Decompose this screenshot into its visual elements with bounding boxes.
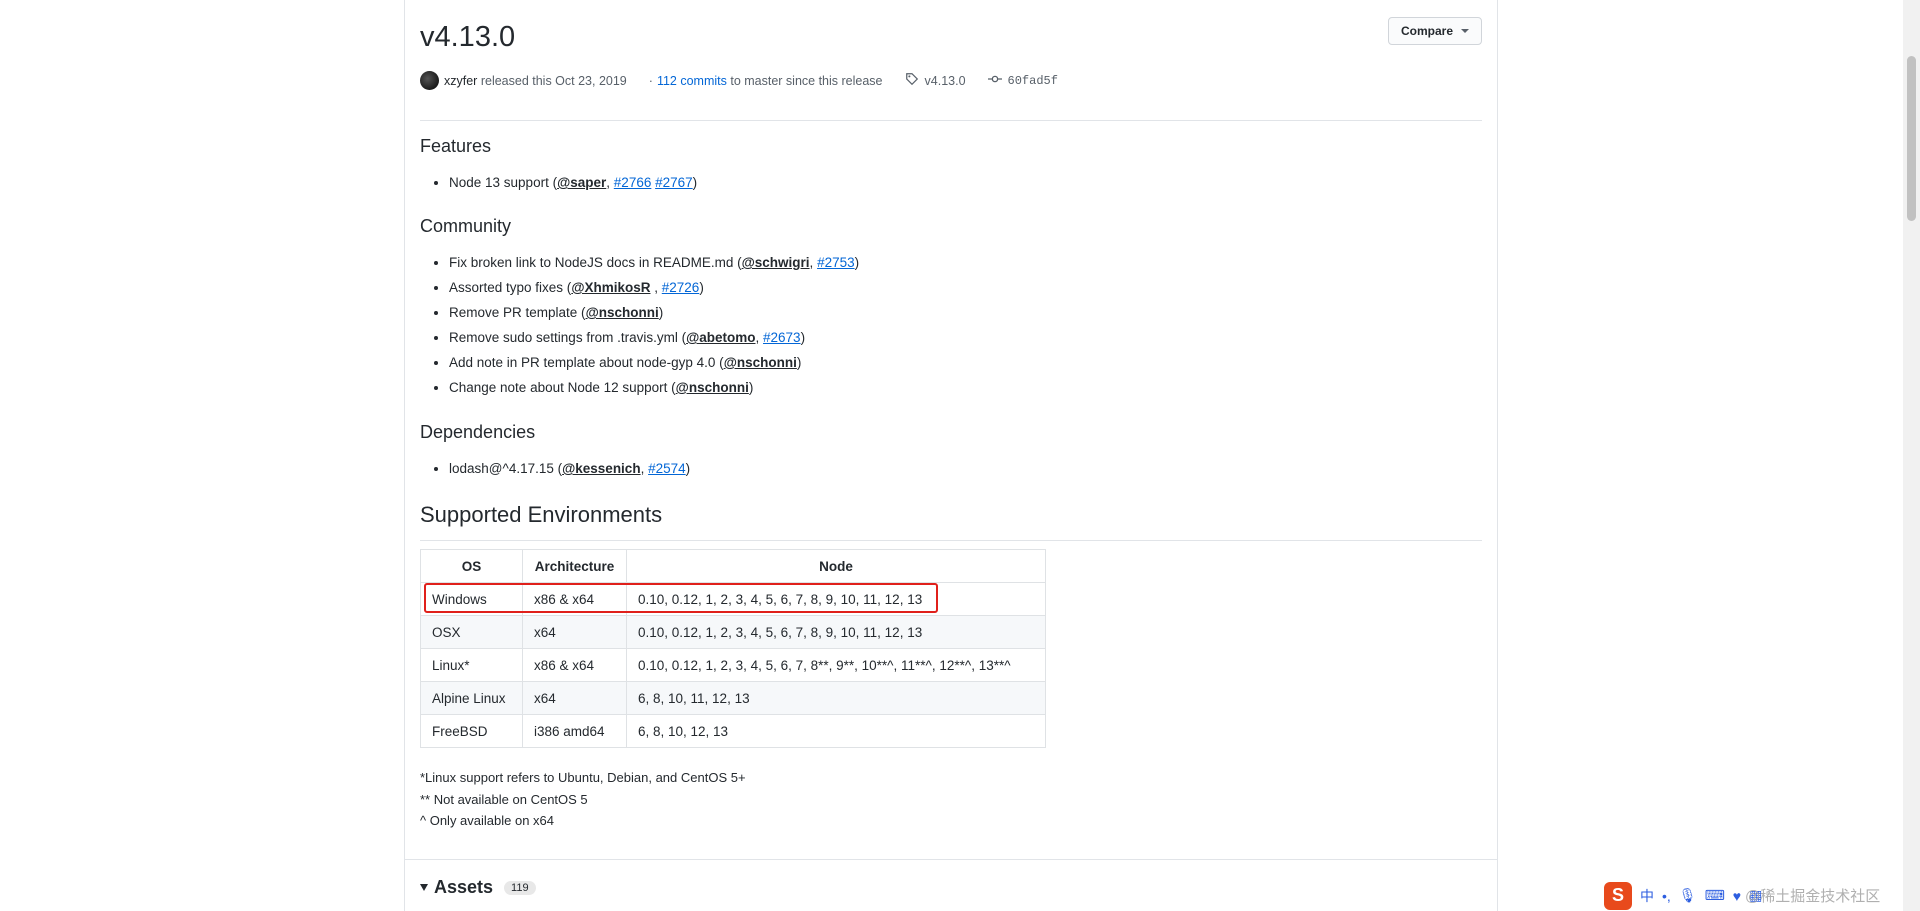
column-header: Architecture: [522, 549, 627, 583]
highlight-annotation-box: [424, 583, 938, 613]
microphone-icon[interactable]: 🎙: [1679, 887, 1697, 904]
note-line: ^ Only available on x64: [420, 813, 555, 828]
tag-icon: [905, 72, 919, 89]
list-item: Assorted typo fixes (@XhmikosR , #2726): [449, 275, 859, 300]
assets-toggle[interactable]: Assets 119: [420, 877, 536, 898]
mention-link[interactable]: @XhmikosR: [571, 280, 650, 295]
chevron-down-icon: [1461, 29, 1469, 33]
environment-notes: *Linux support refers to Ubuntu, Debian,…: [420, 767, 746, 832]
environments-table: OS Architecture Node Windows x86 & x64 0…: [420, 549, 1046, 748]
table-row: Linux* x86 & x64 0.10, 0.12, 1, 2, 3, 4,…: [420, 648, 1046, 682]
release-meta: xzyfer released this Oct 23, 2019 · 112 …: [420, 71, 1058, 90]
table-cell: Linux*: [420, 648, 523, 682]
punctuation-icon[interactable]: •,: [1662, 888, 1671, 904]
community-list: Fix broken link to NodeJS docs in README…: [449, 250, 859, 400]
note-line: ** Not available on CentOS 5: [420, 791, 588, 807]
dependencies-list: lodash@^4.17.15 (@kessenich, #2574): [449, 456, 690, 481]
divider: [420, 120, 1482, 121]
ime-language-toggle[interactable]: 中: [1640, 886, 1654, 906]
issue-link[interactable]: #2673: [763, 330, 801, 345]
table-cell: 6, 8, 10, 12, 13: [626, 714, 1046, 748]
note-line: *Linux support refers to Ubuntu, Debian,…: [420, 770, 746, 785]
mention-link[interactable]: @nschonni: [724, 355, 797, 370]
issue-link[interactable]: #2753: [817, 255, 855, 270]
dependencies-heading: Dependencies: [420, 422, 536, 442]
compare-button[interactable]: Compare: [1387, 17, 1482, 45]
table-cell: OSX: [420, 615, 523, 649]
scrollbar-thumb[interactable]: [1907, 56, 1916, 221]
page-scrollbar[interactable]: [1903, 0, 1920, 911]
divider: [405, 859, 1497, 860]
mention-link[interactable]: @abetomo: [686, 330, 755, 345]
commit-sha-link[interactable]: 60fad5f: [1008, 74, 1058, 88]
table-header-row: OS Architecture Node: [420, 549, 1046, 583]
list-item: Fix broken link to NodeJS docs in README…: [449, 250, 859, 275]
mention-link[interactable]: @nschonni: [586, 305, 659, 320]
table-row: OSX x64 0.10, 0.12, 1, 2, 3, 4, 5, 6, 7,…: [420, 615, 1046, 649]
list-item: Change note about Node 12 support (@nsch…: [449, 375, 859, 400]
sogou-logo-icon[interactable]: S: [1604, 881, 1632, 910]
keyboard-icon[interactable]: ⌨: [1705, 887, 1725, 904]
issue-link[interactable]: #2766: [614, 175, 652, 190]
mention-link[interactable]: @schwigri: [742, 255, 810, 270]
column-header: Node: [626, 549, 1046, 583]
commit-icon: [987, 72, 1002, 89]
community-heading: Community: [420, 216, 512, 236]
author-link[interactable]: xzyfer: [444, 74, 477, 88]
list-item: Node 13 support (@saper, #2766 #2767): [449, 170, 697, 195]
released-date: released this Oct 23, 2019: [480, 73, 627, 88]
mention-link[interactable]: @saper: [557, 175, 606, 190]
list-item: lodash@^4.17.15 (@kessenich, #2574): [449, 456, 690, 481]
release-card: v4.13.0 Compare xzyfer released this Oct…: [404, 0, 1498, 911]
table-cell: x86 & x64: [522, 648, 627, 682]
compare-label: Compare: [1400, 24, 1453, 38]
table-row: Alpine Linux x64 6, 8, 10, 11, 12, 13: [420, 681, 1046, 715]
list-item: Remove sudo settings from .travis.yml (@…: [449, 325, 859, 350]
watermark: @稀土掘金技术社区: [1745, 888, 1881, 905]
commits-suffix: to master since this release: [730, 73, 883, 88]
table-cell: x64: [522, 681, 627, 715]
mention-link[interactable]: @kessenich: [562, 461, 640, 476]
table-cell: i386 amd64: [522, 714, 627, 748]
issue-link[interactable]: #2574: [648, 461, 686, 476]
mention-link[interactable]: @nschonni: [676, 380, 749, 395]
table-cell: 0.10, 0.12, 1, 2, 3, 4, 5, 6, 7, 8**, 9*…: [626, 648, 1046, 682]
features-list: Node 13 support (@saper, #2766 #2767): [449, 170, 697, 195]
divider: [420, 540, 1482, 541]
table-cell: 6, 8, 10, 11, 12, 13: [626, 681, 1046, 715]
commits-link[interactable]: 112 commits: [657, 74, 727, 88]
triangle-down-icon: [420, 884, 428, 891]
environments-heading: Supported Environments: [420, 502, 663, 527]
assets-label: Assets: [434, 877, 494, 897]
column-header: OS: [420, 549, 523, 583]
features-heading: Features: [420, 136, 492, 156]
assets-count-badge: 119: [504, 880, 536, 895]
tag-link[interactable]: v4.13.0: [925, 74, 966, 88]
table-cell: FreeBSD: [420, 714, 523, 748]
list-item: Add note in PR template about node-gyp 4…: [449, 350, 859, 375]
list-item: Remove PR template (@nschonni): [449, 300, 859, 325]
avatar[interactable]: [420, 71, 439, 90]
issue-link[interactable]: #2726: [662, 280, 700, 295]
table-cell: Alpine Linux: [420, 681, 523, 715]
release-title: v4.13.0: [420, 21, 516, 53]
table-cell: 0.10, 0.12, 1, 2, 3, 4, 5, 6, 7, 8, 9, 1…: [626, 615, 1046, 649]
meta-separator: ·: [648, 73, 653, 88]
table-cell: x64: [522, 615, 627, 649]
table-row: FreeBSD i386 amd64 6, 8, 10, 12, 13: [420, 714, 1046, 748]
issue-link[interactable]: #2767: [655, 175, 693, 190]
skin-icon[interactable]: ♥: [1733, 888, 1741, 904]
